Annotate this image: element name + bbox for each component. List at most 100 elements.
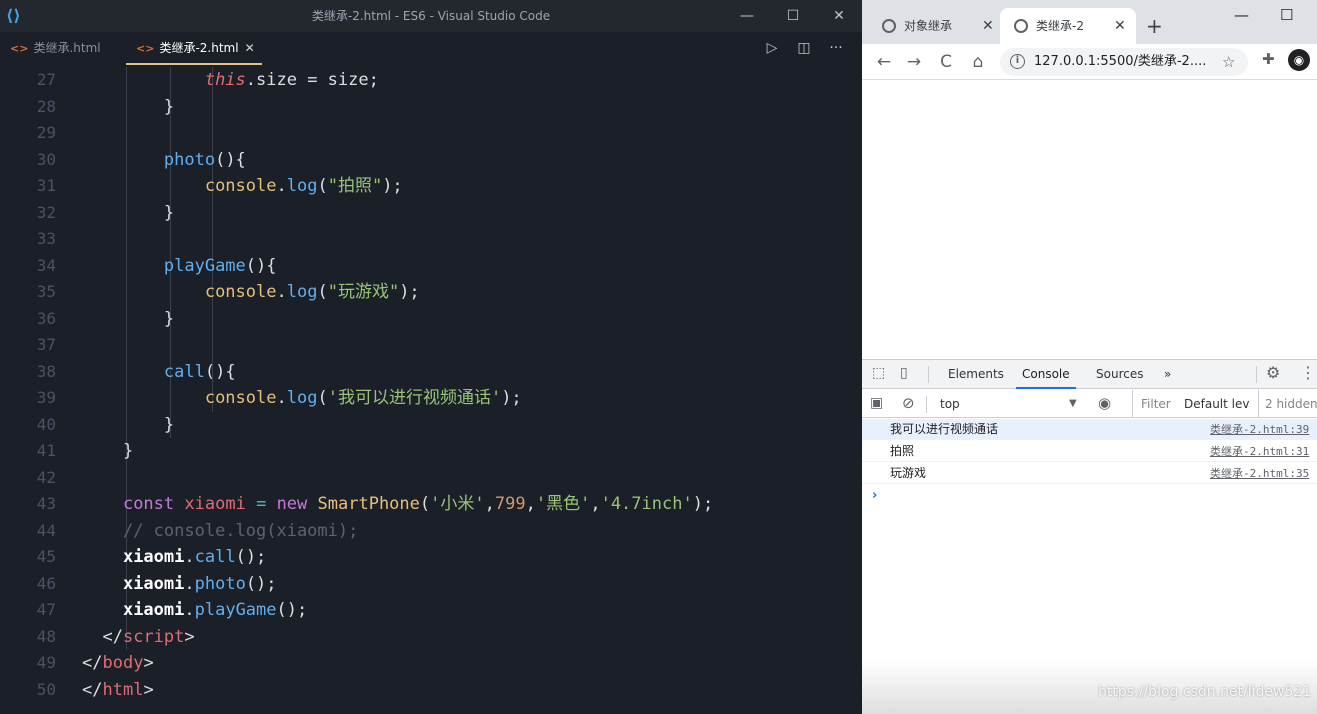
code-line[interactable]: 36 } [0,306,862,333]
html-file-icon: <> [10,42,29,55]
code-line[interactable]: 33 [0,226,862,253]
code-token: , [590,494,601,514]
browser-minimize-button[interactable]: — [1234,6,1249,24]
devtools-tabbar: ⬚ ▯ Elements Console Sources » ⚙ ⋮ [862,360,1317,389]
code-line[interactable]: 30 photo(){ [0,147,862,174]
log-source-link[interactable]: 类继承-2.html:31 [1210,441,1317,462]
log-levels-dropdown[interactable]: Default lev [1180,390,1258,418]
code-line[interactable]: 29 [0,120,862,147]
code-token: '4.7inch' [600,494,693,514]
code-line[interactable]: 38 call(){ [0,359,862,386]
line-number: 27 [36,70,56,89]
code-line[interactable]: 31 console.log("拍照"); [0,173,862,200]
code-token: . [276,176,287,196]
code-token: , [484,494,495,514]
inspect-element-icon[interactable]: ⬚ [872,365,885,381]
code-line[interactable]: 50 </html> [0,677,862,704]
code-text: } [82,200,174,227]
settings-gear-icon[interactable]: ⚙ [1266,363,1280,382]
log-source-link[interactable]: 类继承-2.html:35 [1210,463,1317,484]
code-token: (); [235,547,267,567]
code-token: call [194,547,236,567]
line-number: 29 [36,123,56,142]
code-token: SmartPhone [317,494,420,514]
tab-close-icon[interactable]: ✕ [245,41,255,55]
code-line[interactable]: 32 } [0,200,862,227]
split-editor-icon[interactable]: ◫ [792,32,816,64]
more-tabs-icon[interactable]: » [1164,360,1171,389]
context-select[interactable]: top [932,390,1088,418]
browser-tab-class-inheritance-2[interactable]: 类继承-2 ✕ [1000,8,1136,44]
code-line[interactable]: 34 playGame(){ [0,253,862,280]
code-text: } [82,412,174,439]
reload-icon[interactable]: C [934,50,958,74]
forward-arrow-icon[interactable]: → [902,50,926,74]
code-token: // console.log(xiaomi); [122,520,359,541]
browser-maximize-button[interactable]: ☐ [1280,6,1293,24]
code-line[interactable]: 40 } [0,412,862,439]
code-line[interactable]: 46 xiaomi.photo(); [0,571,862,598]
code-line[interactable]: 45 xiaomi.call(); [0,544,862,571]
console-log-row[interactable]: 玩游戏 类继承-2.html:35 [862,463,1317,484]
chevron-down-icon[interactable]: ▼ [1069,390,1077,418]
console-prompt-icon[interactable]: › [872,488,877,503]
tab-sources[interactable]: Sources [1096,360,1143,389]
browser-tab-close-icon[interactable]: ✕ [1114,8,1126,44]
code-line[interactable]: 35 console.log("玩游戏"); [0,279,862,306]
tab-console[interactable]: Console [1016,360,1076,389]
url-text[interactable]: 127.0.0.1:5500/类继承-2.... [1034,48,1206,76]
console-log-row[interactable]: 拍照 类继承-2.html:31 [862,441,1317,462]
code-token: xiaomi [184,494,246,514]
kebab-menu-icon[interactable]: ⋮ [1300,363,1316,382]
maximize-button[interactable]: ☐ [770,0,816,32]
code-line[interactable]: 47 xiaomi.playGame(); [0,597,862,624]
code-token: console [204,176,277,196]
code-token: (); [245,573,277,594]
code-line[interactable]: 27 this.size = size; [0,67,862,94]
code-token: , [525,494,536,514]
code-line[interactable]: 48 </script> [0,624,862,651]
tab-elements[interactable]: Elements [948,360,1004,389]
extensions-puzzle-icon[interactable]: ✚ [1262,50,1275,68]
bookmark-star-icon[interactable]: ☆ [1222,48,1235,76]
console-log-row[interactable]: 我可以进行视频通话 类继承-2.html:39 [862,419,1317,440]
address-bar[interactable]: i 127.0.0.1:5500/类继承-2.... ☆ [1000,48,1248,76]
filter-input[interactable]: Filter [1132,390,1180,418]
back-arrow-icon[interactable]: ← [872,50,896,74]
line-number: 48 [36,626,56,646]
code-line[interactable]: 42 [0,465,862,492]
minimize-button[interactable]: — [724,0,770,32]
log-message: 拍照 [890,444,915,458]
code-line[interactable]: 41 } [0,438,862,465]
code-token: ( [419,494,431,514]
browser-tab-close-icon[interactable]: ✕ [982,8,994,44]
close-button[interactable]: ✕ [816,0,862,32]
code-line[interactable]: 44 // console.log(xiaomi); [0,518,862,545]
code-line[interactable]: 37 [0,332,862,359]
code-line[interactable]: 39 console.log('我可以进行视频通话'); [0,385,862,412]
code-token: xiaomi [122,547,185,567]
sidebar-toggle-icon[interactable]: ▣ [870,395,883,411]
new-tab-button[interactable]: + [1146,14,1163,38]
profile-avatar-icon[interactable]: ◉ [1288,49,1310,71]
run-icon[interactable]: ▷ [760,32,784,64]
clear-console-icon[interactable]: ⊘ [902,394,915,412]
tab-class-inheritance-2[interactable]: <> 类继承-2.html ✕ [126,32,262,65]
browser-tab-object-inheritance[interactable]: 对象继承 ✕ [868,8,998,44]
live-expression-eye-icon[interactable]: ◉ [1098,394,1111,412]
more-actions-icon[interactable]: ··· [824,32,848,64]
line-number: 31 [36,176,56,195]
code-line[interactable]: 49 </body> [0,650,862,677]
code-text: call(){ [82,359,236,386]
code-line[interactable]: 43 const xiaomi = new SmartPhone('小米',79… [0,491,862,518]
code-line[interactable]: 28 } [0,94,862,121]
site-info-icon[interactable]: i [1010,54,1025,69]
tab-class-inheritance[interactable]: <> 类继承.html [0,32,120,65]
home-icon[interactable]: ⌂ [966,50,990,74]
code-editor[interactable]: 27 this.size = size; 28 } 29 30 photo(){31 … [0,65,862,714]
device-toolbar-icon[interactable]: ▯ [900,365,908,381]
log-source-link[interactable]: 类继承-2.html:39 [1210,419,1317,440]
globe-icon [882,18,896,33]
